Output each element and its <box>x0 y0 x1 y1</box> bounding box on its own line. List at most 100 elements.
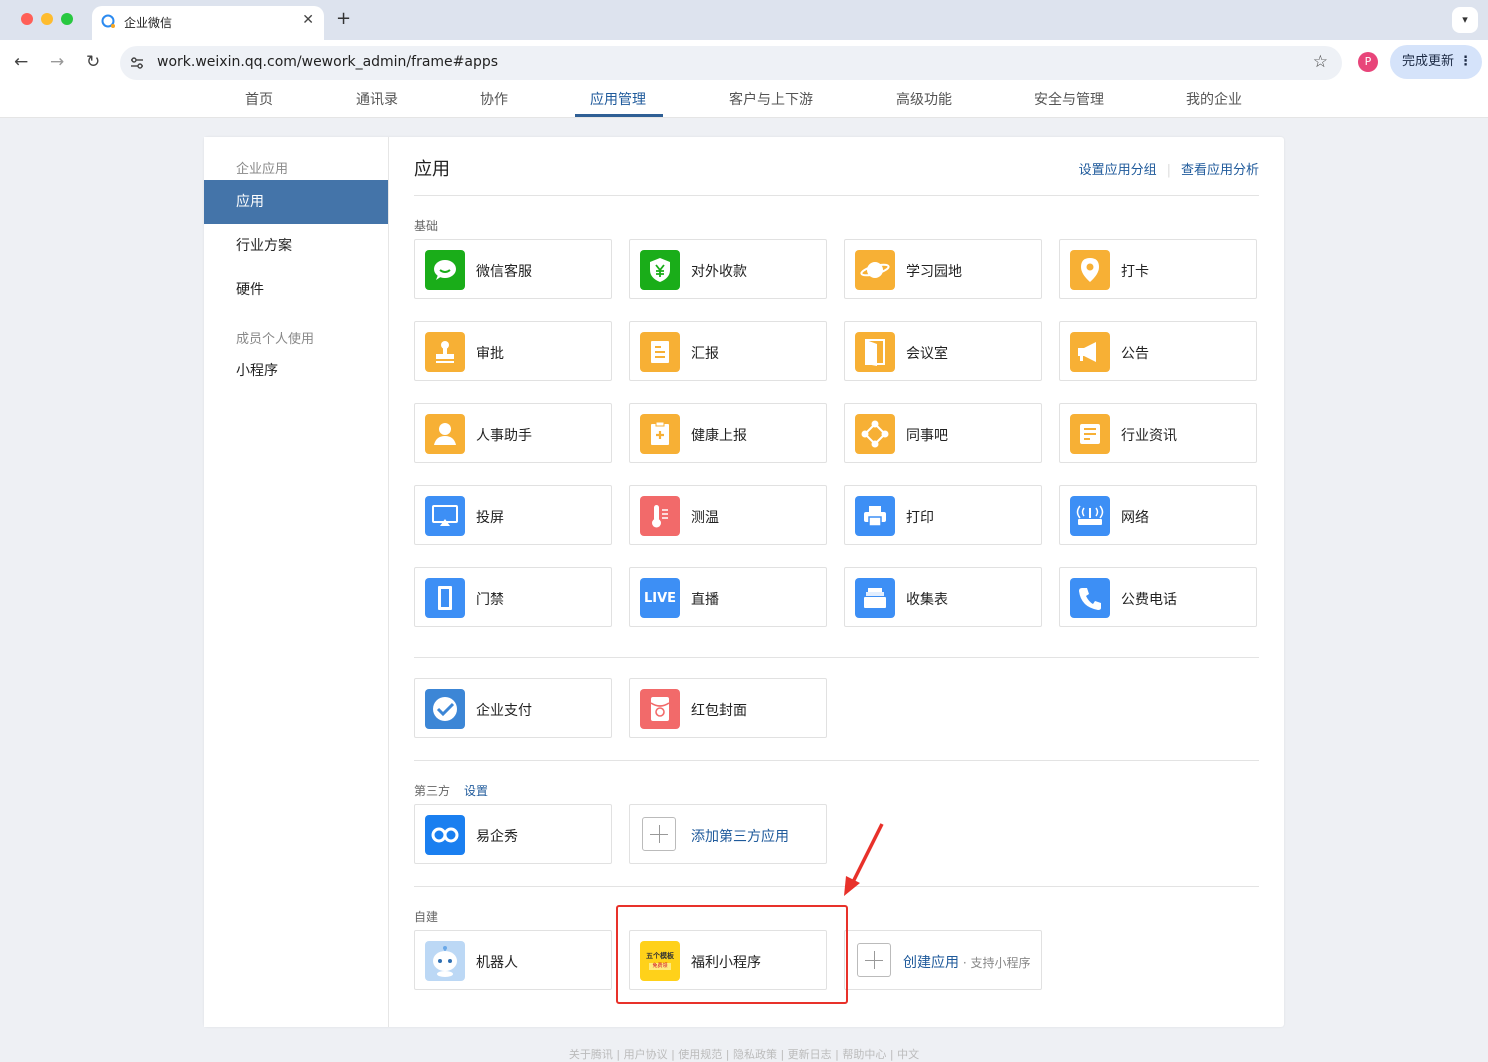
nav-contacts[interactable]: 通讯录 <box>356 89 398 117</box>
new-tab-icon[interactable]: + <box>336 8 351 29</box>
welfare-icon-subtext: 免费领 <box>649 963 671 970</box>
footer-links: 关于腾讯 | 用户协议 | 使用规范 | 隐私政策 | 更新日志 | 帮助中心 … <box>568 1048 920 1061</box>
app-public-phone[interactable]: 公费电话 <box>1059 567 1257 627</box>
browser-tab[interactable]: 企业微信 ✕ <box>92 6 324 40</box>
profile-avatar[interactable]: P <box>1358 52 1378 72</box>
plus-icon <box>857 943 891 977</box>
door-icon <box>855 332 895 372</box>
news-icon <box>1070 414 1110 454</box>
app-screen-cast[interactable]: 投屏 <box>414 485 612 545</box>
person-icon <box>425 414 465 454</box>
app-print[interactable]: 打印 <box>844 485 1042 545</box>
sidebar-item-industry[interactable]: 行业方案 <box>204 224 388 268</box>
app-red-packet-cover[interactable]: 红包封面 <box>629 678 827 738</box>
app-health-report[interactable]: 健康上报 <box>629 403 827 463</box>
reload-icon[interactable]: ↻ <box>86 52 100 72</box>
divider <box>414 657 1259 658</box>
app-robot[interactable]: 机器人 <box>414 930 612 990</box>
sidebar-group-enterprise: 企业应用 <box>236 162 289 177</box>
app-eqxiu[interactable]: 易企秀 <box>414 804 612 864</box>
app-check-in[interactable]: 打卡 <box>1059 239 1257 299</box>
app-industry-news[interactable]: 行业资讯 <box>1059 403 1257 463</box>
welfare-icon-text: 五个模板 <box>646 952 674 960</box>
app-name: 直播 <box>691 592 719 608</box>
app-report[interactable]: 汇报 <box>629 321 827 381</box>
section-third-party-label: 第三方 设置 <box>414 782 488 799</box>
back-icon[interactable]: ← <box>14 52 28 72</box>
set-app-groups-link[interactable]: 设置应用分组 <box>1079 163 1157 178</box>
forward-icon[interactable]: → <box>50 52 64 72</box>
divider <box>414 195 1259 196</box>
red-arrow-icon <box>844 823 884 896</box>
nav-my-company[interactable]: 我的企业 <box>1186 89 1242 117</box>
site-settings-icon[interactable] <box>129 55 145 71</box>
app-temperature[interactable]: 测温 <box>629 485 827 545</box>
infinity-icon <box>425 815 465 855</box>
sidebar-group-personal: 成员个人使用 <box>236 332 315 347</box>
tab-close-icon[interactable]: ✕ <box>302 12 314 28</box>
app-meeting-room[interactable]: 会议室 <box>844 321 1042 381</box>
add-third-party-label: 添加第三方应用 <box>691 829 789 845</box>
close-window-button[interactable] <box>21 13 33 25</box>
third-party-settings-link[interactable]: 设置 <box>464 784 488 798</box>
app-wechat-service[interactable]: 微信客服 <box>414 239 612 299</box>
live-icon: LIVE <box>640 578 680 618</box>
create-app-button[interactable]: 创建应用 · 支持小程序 <box>844 930 1042 990</box>
app-name: 公告 <box>1121 346 1149 362</box>
complete-update-label: 完成更新 <box>1402 54 1455 69</box>
app-name: 打卡 <box>1121 264 1149 280</box>
nav-advanced[interactable]: 高级功能 <box>896 89 952 117</box>
view-app-analytics-link[interactable]: 查看应用分析 <box>1181 163 1259 178</box>
nav-home[interactable]: 首页 <box>245 89 273 117</box>
app-name: 测温 <box>691 510 719 526</box>
app-name: 红包封面 <box>691 703 747 719</box>
yuan-shield-icon <box>640 250 680 290</box>
nav-customers[interactable]: 客户与上下游 <box>729 89 813 117</box>
app-name: 收集表 <box>906 592 948 608</box>
link-divider: | <box>1166 163 1171 178</box>
app-network[interactable]: 网络 <box>1059 485 1257 545</box>
sidebar-item-miniprogram[interactable]: 小程序 <box>204 349 388 393</box>
maximize-window-button[interactable] <box>61 13 73 25</box>
address-bar[interactable]: work.weixin.qq.com/wework_admin/frame#ap… <box>120 46 1342 80</box>
sidebar-item-apps[interactable]: 应用 <box>204 180 388 224</box>
minimize-window-button[interactable] <box>41 13 53 25</box>
tab-menu-chevron-icon[interactable]: ▾ <box>1452 7 1478 33</box>
app-name: 健康上报 <box>691 428 747 444</box>
browser-toolbar: ← → ↻ work.weixin.qq.com/wework_admin/fr… <box>0 40 1488 87</box>
nav-security[interactable]: 安全与管理 <box>1034 89 1104 117</box>
nav-app-management[interactable]: 应用管理 <box>590 89 646 117</box>
apps-panel: 应用 设置应用分组 | 查看应用分析 基础 微信客服 对外收款 学习园地 打卡 … <box>414 137 1259 1027</box>
section-custom-label: 自建 <box>414 910 439 924</box>
app-access-control[interactable]: 门禁 <box>414 567 612 627</box>
bookmark-star-icon[interactable]: ☆ <box>1313 52 1328 72</box>
app-name: 同事吧 <box>906 428 948 444</box>
more-menu-icon[interactable]: ⋮ <box>1459 45 1472 79</box>
app-announcement[interactable]: 公告 <box>1059 321 1257 381</box>
content-card: 企业应用 应用 行业方案 硬件 成员个人使用 小程序 应用 设置应用分组 | 查看应… <box>204 137 1284 1027</box>
section-basic-label: 基础 <box>414 219 439 233</box>
sidebar-item-hardware[interactable]: 硬件 <box>204 268 388 312</box>
app-welfare-miniprogram[interactable]: 五个模板 免费领 福利小程序 <box>629 930 827 990</box>
app-live[interactable]: LIVE 直播 <box>629 567 827 627</box>
app-approval[interactable]: 审批 <box>414 321 612 381</box>
app-name: 公费电话 <box>1121 592 1177 608</box>
app-external-payment[interactable]: 对外收款 <box>629 239 827 299</box>
robot-icon <box>425 941 465 981</box>
app-name: 投屏 <box>476 510 504 526</box>
app-learning-garden[interactable]: 学习园地 <box>844 239 1042 299</box>
nav-collaboration[interactable]: 协作 <box>480 89 508 117</box>
sidebar: 企业应用 应用 行业方案 硬件 成员个人使用 小程序 <box>204 137 389 1027</box>
form-tray-icon <box>855 578 895 618</box>
complete-update-button[interactable]: 完成更新 ⋮ <box>1390 45 1482 79</box>
app-hr-assistant[interactable]: 人事助手 <box>414 403 612 463</box>
app-colleague-forum[interactable]: 同事吧 <box>844 403 1042 463</box>
browser-tab-bar: 企业微信 ✕ + ▾ <box>0 0 1488 40</box>
tab-title: 企业微信 <box>124 16 173 30</box>
plus-icon <box>642 817 676 851</box>
app-enterprise-pay[interactable]: 企业支付 <box>414 678 612 738</box>
app-form-collection[interactable]: 收集表 <box>844 567 1042 627</box>
create-app-label: 创建应用 <box>903 955 959 971</box>
add-third-party-app-button[interactable]: 添加第三方应用 <box>629 804 827 864</box>
create-app-label-group: 创建应用 · 支持小程序 <box>903 952 1030 972</box>
